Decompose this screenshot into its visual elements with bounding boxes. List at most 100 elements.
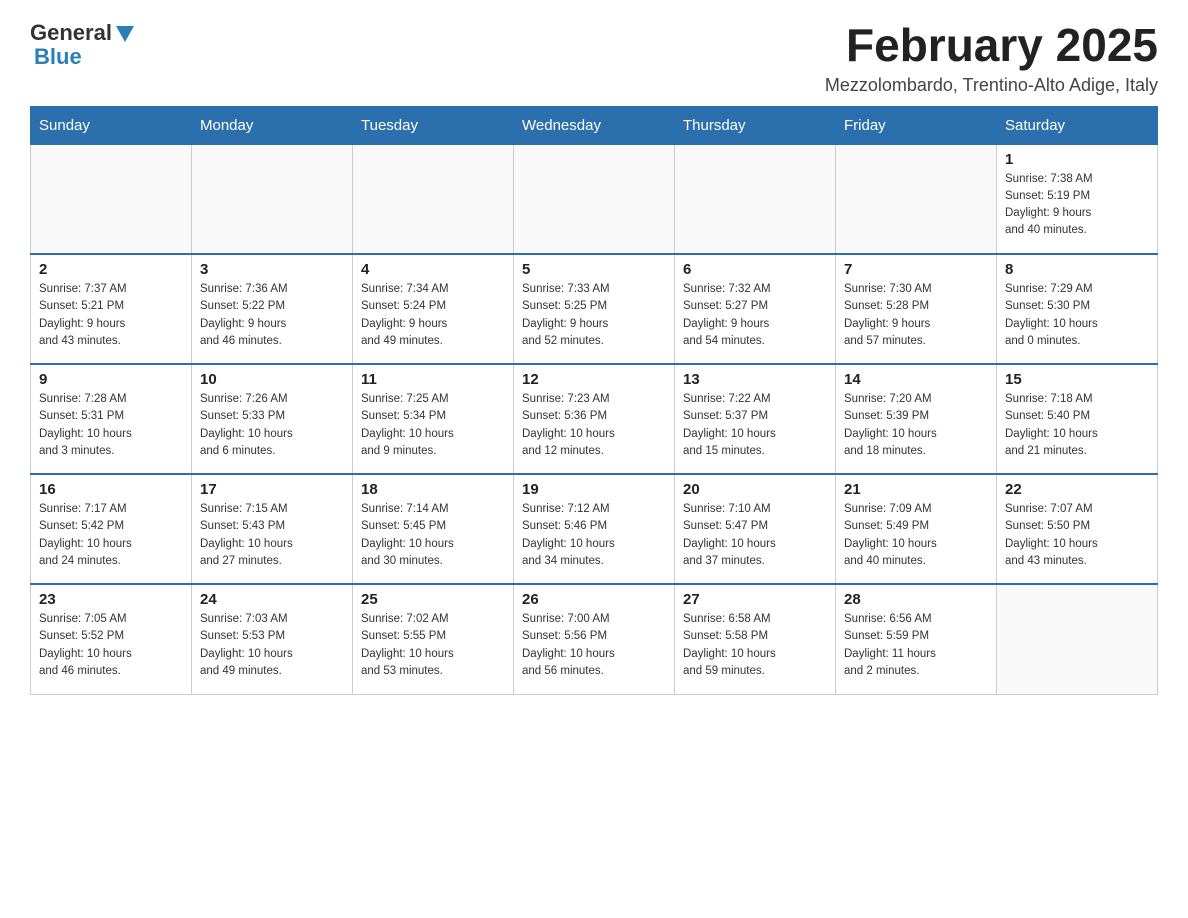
- calendar-day-cell: 18 Sunrise: 7:14 AMSunset: 5:45 PMDayligh…: [353, 474, 514, 584]
- day-info: Sunrise: 6:58 AMSunset: 5:58 PMDaylight:…: [683, 611, 827, 680]
- day-number: 27: [683, 591, 827, 608]
- calendar-table: Sunday Monday Tuesday Wednesday Thursday…: [30, 106, 1158, 695]
- day-info: Sunrise: 7:32 AMSunset: 5:27 PMDaylight:…: [683, 281, 827, 350]
- day-info: Sunrise: 6:56 AMSunset: 5:59 PMDaylight:…: [844, 611, 988, 680]
- day-info: Sunrise: 7:37 AMSunset: 5:21 PMDaylight:…: [39, 281, 183, 350]
- day-number: 9: [39, 371, 183, 388]
- day-info: Sunrise: 7:30 AMSunset: 5:28 PMDaylight:…: [844, 281, 988, 350]
- col-tuesday: Tuesday: [353, 106, 514, 144]
- title-section: February 2025 Mezzolombardo, Trentino-Al…: [825, 20, 1158, 96]
- calendar-week-row: 9 Sunrise: 7:28 AMSunset: 5:31 PMDaylight…: [31, 364, 1158, 474]
- calendar-day-cell: 9 Sunrise: 7:28 AMSunset: 5:31 PMDaylight…: [31, 364, 192, 474]
- day-number: 10: [200, 371, 344, 388]
- day-number: 25: [361, 591, 505, 608]
- day-info: Sunrise: 7:05 AMSunset: 5:52 PMDaylight:…: [39, 611, 183, 680]
- calendar-day-cell: 19 Sunrise: 7:12 AMSunset: 5:46 PMDayligh…: [514, 474, 675, 584]
- calendar-day-cell: 6 Sunrise: 7:32 AMSunset: 5:27 PMDaylight…: [675, 254, 836, 364]
- calendar-day-cell: 27 Sunrise: 6:58 AMSunset: 5:58 PMDayligh…: [675, 584, 836, 694]
- day-info: Sunrise: 7:22 AMSunset: 5:37 PMDaylight:…: [683, 391, 827, 460]
- day-number: 26: [522, 591, 666, 608]
- calendar-day-cell: [997, 584, 1158, 694]
- calendar-day-cell: 25 Sunrise: 7:02 AMSunset: 5:55 PMDayligh…: [353, 584, 514, 694]
- day-info: Sunrise: 7:14 AMSunset: 5:45 PMDaylight:…: [361, 501, 505, 570]
- calendar-day-cell: 1 Sunrise: 7:38 AMSunset: 5:19 PMDaylight…: [997, 144, 1158, 254]
- calendar-day-cell: [675, 144, 836, 254]
- logo: General Blue: [30, 20, 136, 70]
- day-number: 16: [39, 481, 183, 498]
- day-info: Sunrise: 7:18 AMSunset: 5:40 PMDaylight:…: [1005, 391, 1149, 460]
- col-saturday: Saturday: [997, 106, 1158, 144]
- day-number: 2: [39, 261, 183, 278]
- calendar-day-cell: 13 Sunrise: 7:22 AMSunset: 5:37 PMDayligh…: [675, 364, 836, 474]
- calendar-header-row: Sunday Monday Tuesday Wednesday Thursday…: [31, 106, 1158, 144]
- day-info: Sunrise: 7:00 AMSunset: 5:56 PMDaylight:…: [522, 611, 666, 680]
- calendar-day-cell: 12 Sunrise: 7:23 AMSunset: 5:36 PMDayligh…: [514, 364, 675, 474]
- day-number: 12: [522, 371, 666, 388]
- calendar-day-cell: 5Sunrise: 7:33 AMSunset: 5:25 PMDaylight…: [514, 254, 675, 364]
- day-number: 7: [844, 261, 988, 278]
- col-monday: Monday: [192, 106, 353, 144]
- day-info: Sunrise: 7:03 AMSunset: 5:53 PMDaylight:…: [200, 611, 344, 680]
- calendar-day-cell: 23 Sunrise: 7:05 AMSunset: 5:52 PMDayligh…: [31, 584, 192, 694]
- col-thursday: Thursday: [675, 106, 836, 144]
- day-info: Sunrise: 7:38 AMSunset: 5:19 PMDaylight:…: [1005, 171, 1149, 240]
- day-number: 17: [200, 481, 344, 498]
- day-number: 24: [200, 591, 344, 608]
- day-number: 18: [361, 481, 505, 498]
- calendar-day-cell: 26 Sunrise: 7:00 AMSunset: 5:56 PMDayligh…: [514, 584, 675, 694]
- day-info: Sunrise: 7:28 AMSunset: 5:31 PMDaylight:…: [39, 391, 183, 460]
- day-number: 3: [200, 261, 344, 278]
- calendar-day-cell: [353, 144, 514, 254]
- calendar-week-row: 2 Sunrise: 7:37 AMSunset: 5:21 PMDaylight…: [31, 254, 1158, 364]
- day-info: Sunrise: 7:07 AMSunset: 5:50 PMDaylight:…: [1005, 501, 1149, 570]
- calendar-day-cell: 4Sunrise: 7:34 AMSunset: 5:24 PMDaylight…: [353, 254, 514, 364]
- day-number: 28: [844, 591, 988, 608]
- day-number: 1: [1005, 151, 1149, 168]
- calendar-day-cell: [192, 144, 353, 254]
- day-number: 15: [1005, 371, 1149, 388]
- location-subtitle: Mezzolombardo, Trentino-Alto Adige, Ital…: [825, 75, 1158, 96]
- calendar-day-cell: [31, 144, 192, 254]
- calendar-day-cell: 21 Sunrise: 7:09 AMSunset: 5:49 PMDayligh…: [836, 474, 997, 584]
- day-number: 13: [683, 371, 827, 388]
- day-info: Sunrise: 7:12 AMSunset: 5:46 PMDaylight:…: [522, 501, 666, 570]
- day-info: Sunrise: 7:25 AMSunset: 5:34 PMDaylight:…: [361, 391, 505, 460]
- day-number: 23: [39, 591, 183, 608]
- day-info: Sunrise: 7:33 AMSunset: 5:25 PMDaylight:…: [522, 281, 666, 350]
- day-info: Sunrise: 7:10 AMSunset: 5:47 PMDaylight:…: [683, 501, 827, 570]
- calendar-day-cell: 11Sunrise: 7:25 AMSunset: 5:34 PMDayligh…: [353, 364, 514, 474]
- calendar-day-cell: [514, 144, 675, 254]
- day-info: Sunrise: 7:26 AMSunset: 5:33 PMDaylight:…: [200, 391, 344, 460]
- day-number: 21: [844, 481, 988, 498]
- day-info: Sunrise: 7:02 AMSunset: 5:55 PMDaylight:…: [361, 611, 505, 680]
- calendar-day-cell: 15 Sunrise: 7:18 AMSunset: 5:40 PMDayligh…: [997, 364, 1158, 474]
- day-info: Sunrise: 7:29 AMSunset: 5:30 PMDaylight:…: [1005, 281, 1149, 350]
- day-number: 6: [683, 261, 827, 278]
- calendar-day-cell: 17 Sunrise: 7:15 AMSunset: 5:43 PMDayligh…: [192, 474, 353, 584]
- calendar-day-cell: 24 Sunrise: 7:03 AMSunset: 5:53 PMDayligh…: [192, 584, 353, 694]
- col-sunday: Sunday: [31, 106, 192, 144]
- day-info: Sunrise: 7:17 AMSunset: 5:42 PMDaylight:…: [39, 501, 183, 570]
- calendar-day-cell: 7 Sunrise: 7:30 AMSunset: 5:28 PMDaylight…: [836, 254, 997, 364]
- col-friday: Friday: [836, 106, 997, 144]
- calendar-day-cell: 22Sunrise: 7:07 AMSunset: 5:50 PMDayligh…: [997, 474, 1158, 584]
- month-title: February 2025: [825, 20, 1158, 71]
- calendar-day-cell: 2 Sunrise: 7:37 AMSunset: 5:21 PMDaylight…: [31, 254, 192, 364]
- day-number: 19: [522, 481, 666, 498]
- calendar-day-cell: 28 Sunrise: 6:56 AMSunset: 5:59 PMDayligh…: [836, 584, 997, 694]
- calendar-week-row: 16 Sunrise: 7:17 AMSunset: 5:42 PMDayligh…: [31, 474, 1158, 584]
- day-info: Sunrise: 7:34 AMSunset: 5:24 PMDaylight:…: [361, 281, 505, 350]
- calendar-day-cell: 10 Sunrise: 7:26 AMSunset: 5:33 PMDayligh…: [192, 364, 353, 474]
- calendar-day-cell: [836, 144, 997, 254]
- day-info: Sunrise: 7:23 AMSunset: 5:36 PMDaylight:…: [522, 391, 666, 460]
- calendar-day-cell: 8 Sunrise: 7:29 AMSunset: 5:30 PMDaylight…: [997, 254, 1158, 364]
- day-number: 8: [1005, 261, 1149, 278]
- calendar-week-row: 23 Sunrise: 7:05 AMSunset: 5:52 PMDayligh…: [31, 584, 1158, 694]
- calendar-day-cell: 20 Sunrise: 7:10 AMSunset: 5:47 PMDayligh…: [675, 474, 836, 584]
- logo-triangle-icon: [114, 22, 136, 44]
- logo-general-text: General: [30, 20, 112, 46]
- day-info: Sunrise: 7:09 AMSunset: 5:49 PMDaylight:…: [844, 501, 988, 570]
- day-info: Sunrise: 7:15 AMSunset: 5:43 PMDaylight:…: [200, 501, 344, 570]
- day-number: 20: [683, 481, 827, 498]
- calendar-day-cell: 3Sunrise: 7:36 AMSunset: 5:22 PMDaylight…: [192, 254, 353, 364]
